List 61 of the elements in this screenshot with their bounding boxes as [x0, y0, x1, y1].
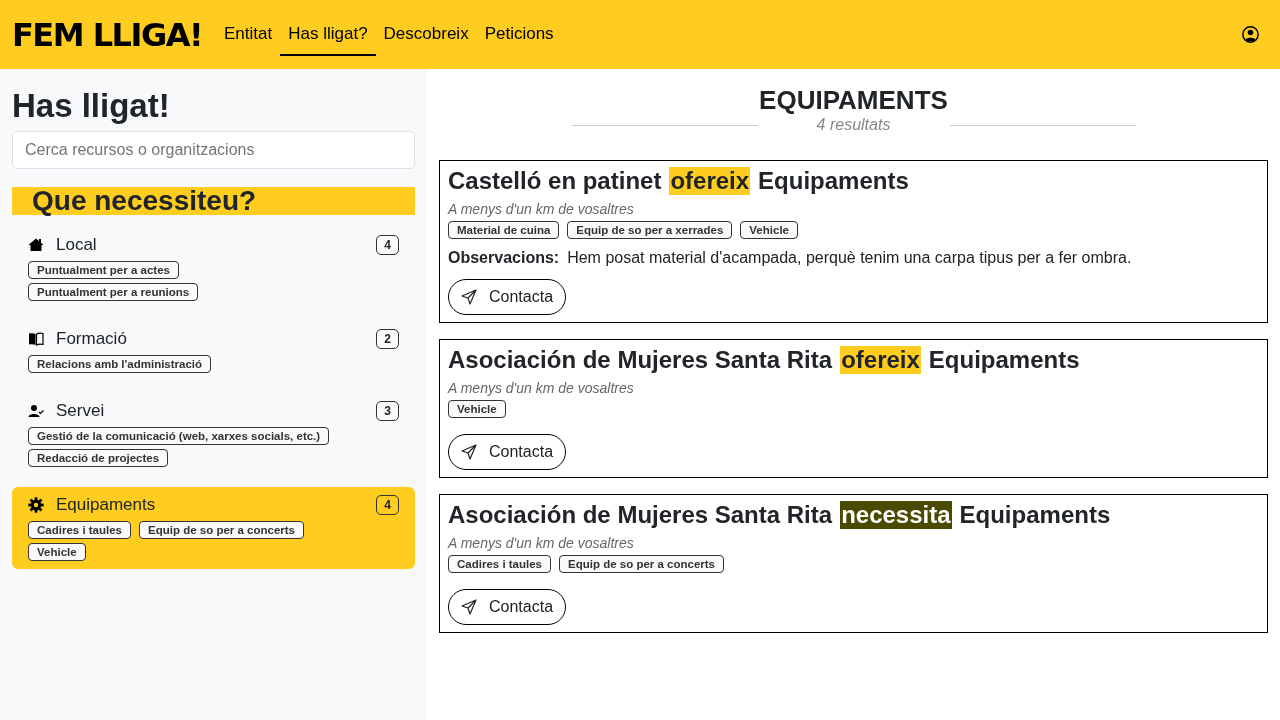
tag[interactable]: Redacció de projectes — [28, 449, 169, 467]
user-account-icon[interactable] — [1242, 26, 1259, 43]
organization-name[interactable]: Asociación de Mujeres Santa Rita — [448, 346, 833, 374]
category-label: Formació — [56, 329, 128, 349]
tag[interactable]: Relacions amb l'administració — [28, 355, 212, 373]
nav-link[interactable]: Descobreix — [375, 13, 477, 56]
book-icon — [28, 331, 44, 347]
tag: Equip de so per a xerrades — [567, 221, 733, 239]
category-label: Equipaments — [56, 495, 157, 515]
tag[interactable]: Puntualment per a reunions — [28, 283, 199, 301]
tag: Equip de so per a concerts — [559, 555, 724, 573]
send-icon — [461, 444, 477, 460]
tag: Cadires i taules — [448, 555, 551, 573]
tag: Material de cuina — [448, 221, 560, 239]
category-name: Equipaments — [959, 501, 1111, 529]
nav-link[interactable]: Has lligat? — [280, 13, 376, 56]
contact-button[interactable]: Contacta — [448, 589, 567, 625]
category-item[interactable]: Local 4 Puntualment per a actes Puntualment per a reunions — [12, 227, 415, 309]
gear-icon — [28, 497, 44, 513]
notes-text: Hem posat material d'acampada, perquè tenim una carpa tipus per a fer ombra. — [567, 249, 1132, 267]
nav-link[interactable]: Peticions — [476, 13, 562, 56]
offer-type-label: ofereix — [669, 167, 751, 195]
tag: Vehicle — [448, 400, 506, 418]
section-heading: Que necessiteu? — [12, 187, 415, 215]
category-name: Equipaments — [758, 167, 909, 195]
send-icon — [461, 599, 477, 615]
tag: Vehicle — [740, 221, 798, 239]
distance-text: A menys d'un km de vosaltres — [448, 380, 635, 396]
house-icon — [28, 237, 44, 253]
category-item[interactable]: Equipaments 4 Cadires i taules Equip de so per a concerts Vehicle — [12, 487, 415, 569]
category-label: Local — [56, 235, 98, 255]
distance-text: A menys d'un km de vosaltres — [448, 201, 635, 217]
notes-label: Observacions: — [448, 249, 560, 267]
category-item[interactable]: Servei 3 Gestió de la comunicació (web, xarxes socials, etc.) Redacció de projectes — [12, 393, 415, 475]
organization-name[interactable]: Castelló en patinet — [448, 167, 662, 195]
distance-text: A menys d'un km de vosaltres — [448, 535, 635, 551]
offer-type-label: ofereix — [840, 346, 921, 374]
send-icon — [461, 289, 477, 305]
tag[interactable]: Cadires i taules — [28, 521, 131, 539]
nav-link[interactable]: Entitat — [216, 13, 281, 56]
logo[interactable]: FEM LLIGA! — [12, 15, 202, 54]
category-item[interactable]: Formació 2 Relacions amb l'administració — [12, 321, 415, 381]
contact-button[interactable]: Contacta — [448, 434, 567, 470]
search-field[interactable]: Cerca recursos o organitzacions — [12, 131, 415, 169]
count-badge: 3 — [376, 401, 399, 421]
category-label: Servei — [56, 401, 106, 421]
page-title: Has lligat! — [12, 87, 171, 125]
section-title: EQUIPAMENTS — [758, 85, 949, 116]
offer-type-label: necessita — [840, 501, 952, 529]
count-badge: 2 — [376, 329, 399, 349]
organization-name[interactable]: Asociación de Mujeres Santa Rita — [448, 501, 833, 529]
tag[interactable]: Equip de so per a concerts — [139, 521, 304, 539]
count-badge: 4 — [376, 235, 399, 255]
category-name: Equipaments — [928, 346, 1080, 374]
tag[interactable]: Puntualment per a actes — [28, 261, 179, 279]
contact-button[interactable]: Contacta — [448, 279, 567, 315]
count-badge: 4 — [376, 495, 399, 515]
tag[interactable]: Gestió de la comunicació (web, xarxes socials, etc.) — [28, 427, 330, 445]
tag[interactable]: Vehicle — [28, 543, 86, 561]
user-check-icon — [28, 403, 44, 419]
results-count: 4 resultats — [815, 116, 892, 134]
